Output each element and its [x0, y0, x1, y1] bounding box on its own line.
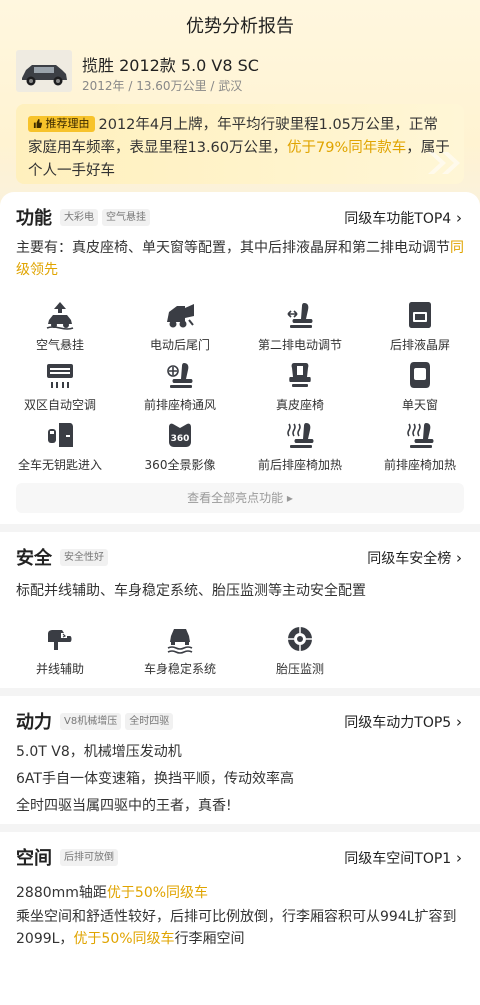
- space-title: 空间: [16, 848, 52, 869]
- car-meta: 2012年 / 13.60万公里 / 武汉: [82, 79, 243, 93]
- seat-heating-icon: [287, 423, 314, 448]
- feature-label: 并线辅助: [35, 662, 84, 676]
- recommend-badge: 推荐理由: [28, 116, 95, 132]
- feature-item[interactable]: 单天窗: [360, 360, 480, 413]
- function-card: 功能 大彩电 空气悬挂 同级车功能TOP4 主要有：真皮座椅、单天窗等配置，其中…: [0, 192, 480, 524]
- feature-item[interactable]: 后排液晶屏: [360, 300, 480, 353]
- rear-screen-icon: [409, 302, 431, 328]
- function-tag: 空气悬挂: [102, 208, 150, 226]
- feature-label: 双区自动空调: [23, 398, 96, 412]
- keyless-entry-icon: [48, 423, 73, 447]
- power-card: 动力 V8机械增压 全时四驱 同级车动力TOP5 5.0T V8，机械增压发动机…: [0, 696, 480, 824]
- power-title: 动力: [16, 712, 52, 733]
- leather-seat-icon: [289, 363, 311, 387]
- feature-item[interactable]: 前排座椅加热: [360, 420, 480, 473]
- function-header: 功能 大彩电 空气悬挂: [16, 206, 154, 229]
- car-thumbnail[interactable]: [16, 50, 72, 92]
- safety-title: 安全: [16, 548, 52, 569]
- feature-item[interactable]: 前排座椅通风: [120, 360, 240, 413]
- page-title: 优势分析报告: [186, 16, 294, 37]
- space-trunk-highlight: 优于50%同级车: [73, 931, 175, 947]
- power-header: 动力 V8机械增压 全时四驱: [16, 710, 177, 733]
- feature-label: 车身稳定系统: [143, 662, 216, 676]
- feature-item[interactable]: 前后排座椅加热: [240, 420, 360, 473]
- feature-label: 前后排座椅加热: [257, 458, 342, 472]
- space-header: 空间 后排可放倒: [16, 846, 122, 869]
- power-engine: 5.0T V8，机械增压发动机: [16, 744, 182, 760]
- feature-label: 全车无钥匙进入: [17, 458, 102, 472]
- feature-item[interactable]: 第二排电动调节: [240, 300, 360, 353]
- power-tailgate-icon: [167, 304, 194, 328]
- feature-label: 前排座椅加热: [383, 458, 456, 472]
- feature-item[interactable]: 双区自动空调: [0, 360, 120, 413]
- space-card: 空间 后排可放倒 同级车空间TOP1 2880mm轴距优于50%同级车 乘坐空间…: [0, 832, 480, 1005]
- thumb-up-icon: [33, 119, 43, 128]
- safety-summary: 标配并线辅助、车身稳定系统、胎压监测等主动安全配置: [16, 583, 366, 599]
- stability-control-icon: [167, 629, 193, 654]
- seat-ventilation-icon: [167, 363, 193, 388]
- power-tag: V8机械增压: [60, 712, 122, 730]
- safety-card: 安全 安全性好 同级车安全榜 标配并线辅助、车身稳定系统、胎压监测等主动安全配置…: [0, 532, 480, 688]
- space-tag: 后排可放倒: [60, 848, 118, 866]
- chevron-decoration-icon: [428, 152, 460, 174]
- safety-header: 安全 安全性好: [16, 546, 112, 569]
- 360-camera-icon: 360: [169, 423, 191, 447]
- safety-tag: 安全性好: [60, 548, 108, 566]
- space-top-link[interactable]: 同级车空间TOP1: [344, 848, 462, 868]
- power-drivetrain: 全时四驱当属四驱中的王者，真香!: [16, 798, 232, 814]
- function-summary: 主要有：真皮座椅、单天窗等配置，其中后排液晶屏和第二排电动调节同级领先: [16, 237, 468, 281]
- sunroof-icon: [410, 362, 430, 388]
- recommend-badge-label: 推荐理由: [45, 117, 90, 130]
- safety-rank-link[interactable]: 同级车安全榜: [367, 548, 462, 568]
- feature-item[interactable]: 胎压监测: [240, 624, 360, 677]
- power-top-link[interactable]: 同级车动力TOP5: [344, 712, 462, 732]
- tire-pressure-icon: [288, 627, 312, 651]
- car-name: 揽胜 2012款 5.0 V8 SC: [82, 56, 259, 75]
- function-title: 功能: [16, 208, 52, 229]
- function-tag: 大彩电: [60, 208, 98, 226]
- dual-zone-ac-icon: [47, 364, 73, 388]
- feature-item[interactable]: 空气悬挂: [0, 300, 120, 353]
- space-wheelbase-highlight: 优于50%同级车: [106, 885, 209, 901]
- feature-label: 单天窗: [401, 398, 438, 412]
- function-top-link[interactable]: 同级车功能TOP4: [344, 208, 462, 228]
- feature-item[interactable]: 并线辅助: [0, 624, 120, 677]
- function-summary-text: 主要有：真皮座椅、单天窗等配置，其中后排液晶屏和第二排电动调节: [16, 240, 450, 256]
- feature-item[interactable]: 真皮座椅: [240, 360, 360, 413]
- view-all-features-button[interactable]: 查看全部亮点功能 ▸: [16, 483, 464, 513]
- space-trunk-text-end: 行李厢空间: [174, 931, 245, 947]
- second-row-seat-icon: [287, 303, 313, 328]
- feature-label: 胎压监测: [275, 662, 324, 676]
- reason-highlight: 优于79%同年款车: [287, 140, 407, 156]
- air-suspension-icon: [46, 302, 74, 330]
- power-tag: 全时四驱: [125, 712, 174, 730]
- space-wheelbase-text: 2880mm轴距: [16, 885, 107, 901]
- recommend-reason: 推荐理由 2012年4月上牌，年平均行驶里程1.05万公里，正常家庭用车频率，表…: [16, 104, 464, 184]
- front-seat-heating-icon: [407, 423, 434, 448]
- feature-label: 第二排电动调节: [257, 338, 342, 352]
- feature-label: 空气悬挂: [35, 338, 84, 352]
- power-transmission: 6AT手自一体变速箱，换挡平顺，传动效率高: [16, 771, 294, 787]
- feature-label: 电动后尾门: [149, 338, 210, 352]
- feature-item[interactable]: 360 360全景影像: [120, 420, 240, 473]
- space-wheelbase: 2880mm轴距优于50%同级车: [16, 882, 208, 902]
- space-trunk: 乘坐空间和舒适性较好，后排可比例放倒，行李厢容积可从994L扩容到2099L，优…: [16, 906, 468, 950]
- feature-item[interactable]: 车身稳定系统: [120, 624, 240, 677]
- feature-label: 360全景影像: [144, 458, 216, 472]
- lane-assist-icon: [48, 630, 72, 650]
- feature-label: 真皮座椅: [275, 398, 324, 412]
- feature-label: 后排液晶屏: [389, 338, 450, 352]
- svg-text:360: 360: [171, 434, 190, 444]
- feature-label: 前排座椅通风: [143, 398, 216, 412]
- feature-item[interactable]: 电动后尾门: [120, 300, 240, 353]
- feature-item[interactable]: 全车无钥匙进入: [0, 420, 120, 473]
